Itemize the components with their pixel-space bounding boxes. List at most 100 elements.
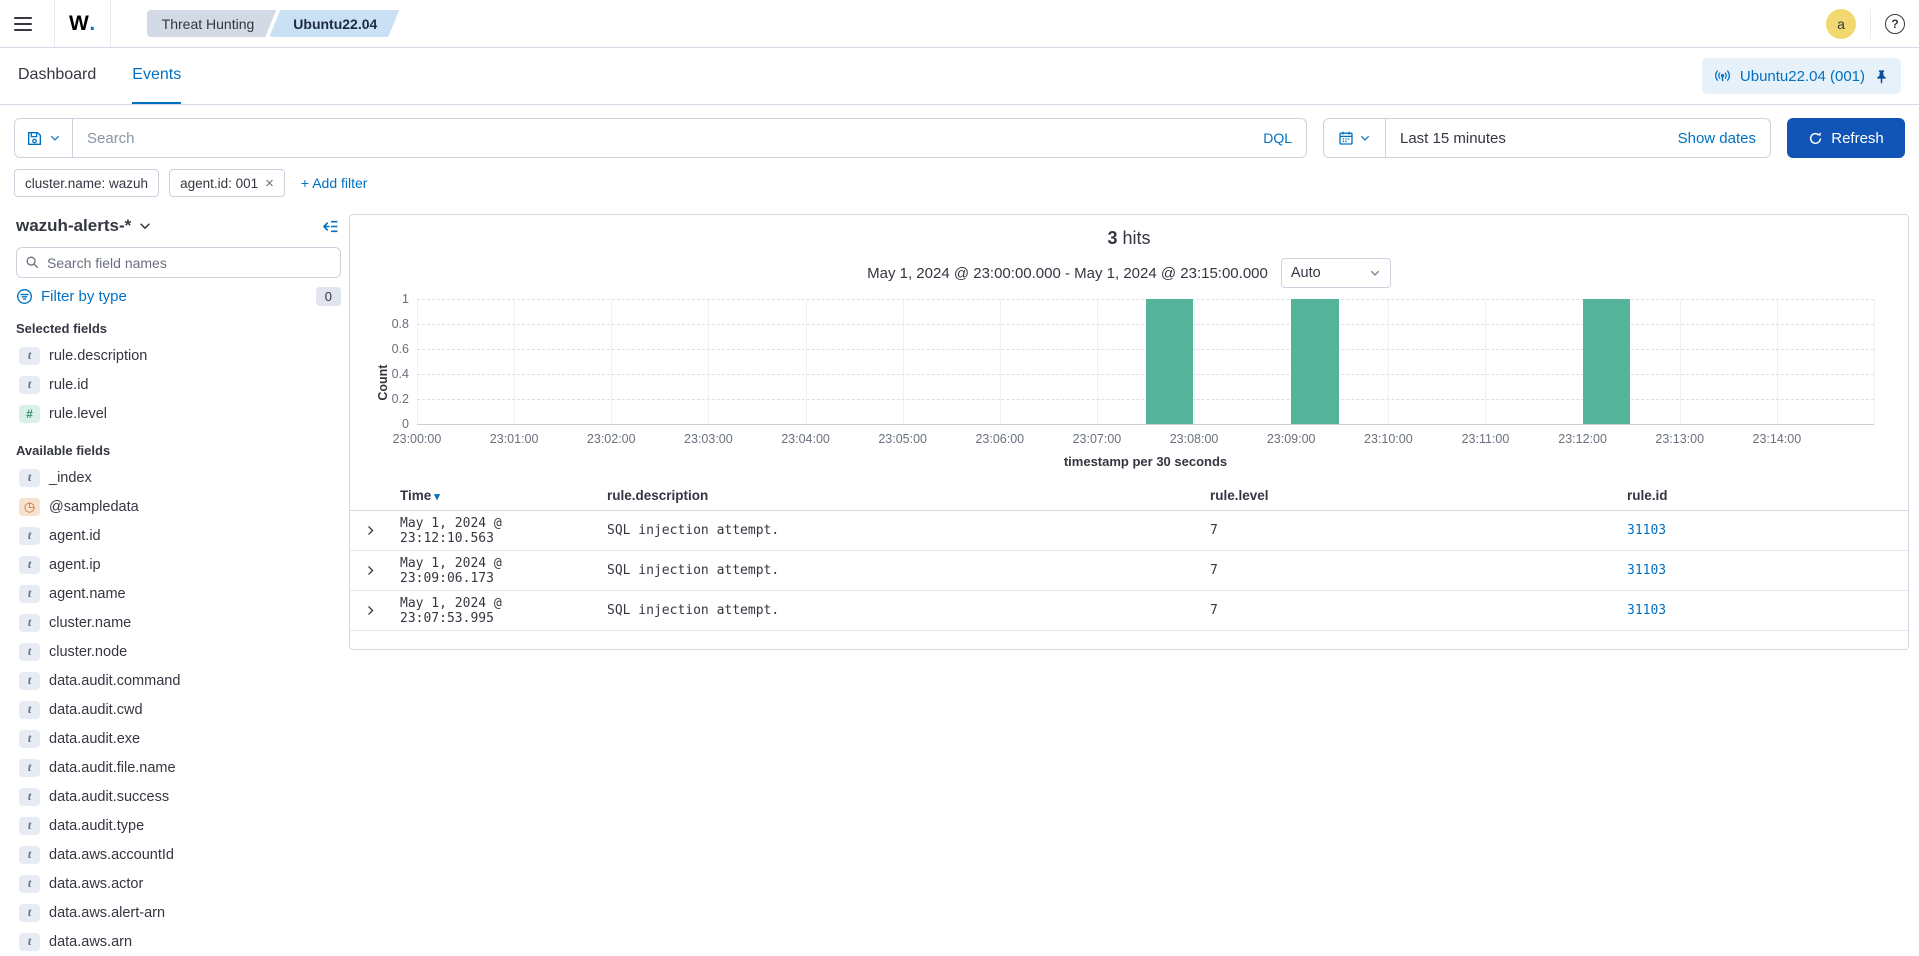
chevron-down-icon	[138, 219, 152, 233]
column-header-time[interactable]: Time▾	[396, 488, 603, 503]
available-fields-list: t _index ◷ @sampledata t agent.id t agen…	[16, 463, 341, 956]
tab[interactable]: Dashboard	[18, 48, 96, 104]
field-item[interactable]: t data.aws.actor	[16, 869, 341, 898]
field-item[interactable]: t data.aws.arn	[16, 927, 341, 956]
column-header-rule-id[interactable]: rule.id	[1623, 488, 1908, 503]
x-tick-label: 23:09:00	[1267, 432, 1316, 446]
x-tick-label: 23:05:00	[878, 432, 927, 446]
y-axis-label: Count	[376, 365, 390, 401]
chevron-down-icon	[1359, 132, 1371, 144]
field-item[interactable]: t cluster.node	[16, 637, 341, 666]
chevron-right-icon	[364, 564, 377, 577]
vertical-gridline	[1000, 299, 1001, 424]
chevron-right-icon	[364, 604, 377, 617]
field-item[interactable]: t agent.name	[16, 579, 341, 608]
field-item[interactable]: t data.audit.file.name	[16, 753, 341, 782]
interval-select[interactable]: Auto	[1281, 258, 1391, 288]
show-dates-button[interactable]: Show dates	[1678, 130, 1770, 147]
x-tick-label: 23:02:00	[587, 432, 636, 446]
breadcrumb-item[interactable]: Ubuntu22.04	[269, 10, 399, 37]
selected-agent-button[interactable]: Ubuntu22.04 (001)	[1702, 58, 1901, 94]
x-tick-label: 23:11:00	[1462, 432, 1510, 446]
selected-fields-list: t rule.description t rule.id # rule.leve…	[16, 341, 341, 428]
field-type-icon: ◷	[19, 498, 40, 516]
y-tick-label: 0.4	[392, 367, 409, 381]
collapse-sidebar-icon[interactable]	[322, 218, 341, 235]
field-item[interactable]: t rule.description	[16, 341, 341, 370]
field-item[interactable]: t data.audit.success	[16, 782, 341, 811]
expand-row-button[interactable]	[359, 560, 381, 582]
filter-by-type[interactable]: Filter by type 0	[16, 287, 341, 306]
field-item[interactable]: t data.audit.type	[16, 811, 341, 840]
field-search-input[interactable]	[40, 254, 332, 272]
expand-row-button[interactable]	[359, 600, 381, 622]
field-item[interactable]: t _index	[16, 463, 341, 492]
field-item[interactable]: t rule.id	[16, 370, 341, 399]
x-tick-label: 23:13:00	[1655, 432, 1704, 446]
sort-desc-icon[interactable]: ▾	[434, 491, 440, 503]
cell-rule-id-link[interactable]: 31103	[1627, 603, 1666, 618]
events-table: Time▾ rule.description rule.level rule.i…	[350, 484, 1908, 631]
field-item[interactable]: t agent.id	[16, 521, 341, 550]
tab-label: Events	[132, 66, 181, 84]
field-name: data.audit.file.name	[49, 760, 176, 776]
remove-filter-icon[interactable]: ×	[265, 176, 274, 191]
field-type-icon: t	[19, 672, 40, 690]
chevron-down-icon	[1369, 267, 1381, 279]
field-item[interactable]: t data.aws.alert-arn	[16, 898, 341, 927]
field-item[interactable]: ◷ @sampledata	[16, 492, 341, 521]
field-type-icon: t	[19, 643, 40, 661]
histogram-bar[interactable]	[1146, 299, 1194, 424]
column-header-rule-level[interactable]: rule.level	[1206, 488, 1623, 503]
menu-icon[interactable]	[14, 11, 40, 37]
module-tabs: Dashboard Events	[18, 48, 217, 104]
date-quick-select-button[interactable]	[1324, 119, 1386, 157]
y-tick-label: 1	[402, 292, 409, 306]
filter-pill[interactable]: cluster.name: wazuh	[14, 169, 159, 197]
breadcrumb-item[interactable]: Threat Hunting	[147, 10, 277, 37]
add-filter-button[interactable]: + Add filter	[301, 175, 368, 191]
filter-by-type-label: Filter by type	[41, 288, 127, 305]
cell-rule-description: SQL injection attempt.	[603, 523, 1206, 538]
expand-row-button[interactable]	[359, 520, 381, 542]
field-item[interactable]: # rule.level	[16, 399, 341, 428]
hits-count: 3	[1107, 228, 1117, 248]
filter-icon	[16, 288, 33, 305]
field-item[interactable]: t data.audit.command	[16, 666, 341, 695]
vertical-gridline	[1097, 299, 1098, 424]
search-bar: DQL Last 15 minutes Show dates Refresh	[0, 105, 1919, 167]
tab-label: Dashboard	[18, 66, 96, 84]
cell-rule-id-link[interactable]: 31103	[1627, 523, 1666, 538]
vertical-gridline	[1874, 299, 1875, 424]
avatar[interactable]: a	[1826, 9, 1856, 39]
x-tick-label: 23:14:00	[1753, 432, 1802, 446]
field-item[interactable]: t data.audit.exe	[16, 724, 341, 753]
help-icon[interactable]: ?	[1885, 14, 1905, 34]
x-tick-label: 23:08:00	[1170, 432, 1219, 446]
time-range-button[interactable]: Last 15 minutes	[1386, 130, 1678, 147]
refresh-button[interactable]: Refresh	[1787, 118, 1905, 158]
saved-queries-button[interactable]	[15, 119, 73, 157]
field-item[interactable]: t agent.ip	[16, 550, 341, 579]
tab[interactable]: Events	[132, 48, 181, 104]
search-input[interactable]	[73, 130, 1249, 147]
index-pattern-selector[interactable]: wazuh-alerts-*	[16, 216, 152, 236]
vertical-gridline	[1777, 299, 1778, 424]
histogram-bar[interactable]	[1291, 299, 1339, 424]
search-icon	[25, 255, 40, 270]
filter-pill[interactable]: agent.id: 001 ×	[169, 169, 285, 197]
field-name: data.audit.success	[49, 789, 169, 805]
cell-rule-id-link[interactable]: 31103	[1627, 563, 1666, 578]
field-item[interactable]: t data.audit.cwd	[16, 695, 341, 724]
field-type-icon: t	[19, 701, 40, 719]
field-type-icon: t	[19, 347, 40, 365]
column-header-rule-description[interactable]: rule.description	[603, 488, 1206, 503]
field-item[interactable]: t data.aws.accountId	[16, 840, 341, 869]
hits-label: hits	[1123, 228, 1151, 248]
wazuh-logo[interactable]: W.	[69, 12, 96, 36]
query-language-button[interactable]: DQL	[1249, 130, 1306, 146]
chart-range-line: May 1, 2024 @ 23:00:00.000 - May 1, 2024…	[350, 258, 1908, 288]
histogram-bar[interactable]	[1583, 299, 1631, 424]
pin-icon[interactable]	[1874, 69, 1889, 84]
field-item[interactable]: t cluster.name	[16, 608, 341, 637]
